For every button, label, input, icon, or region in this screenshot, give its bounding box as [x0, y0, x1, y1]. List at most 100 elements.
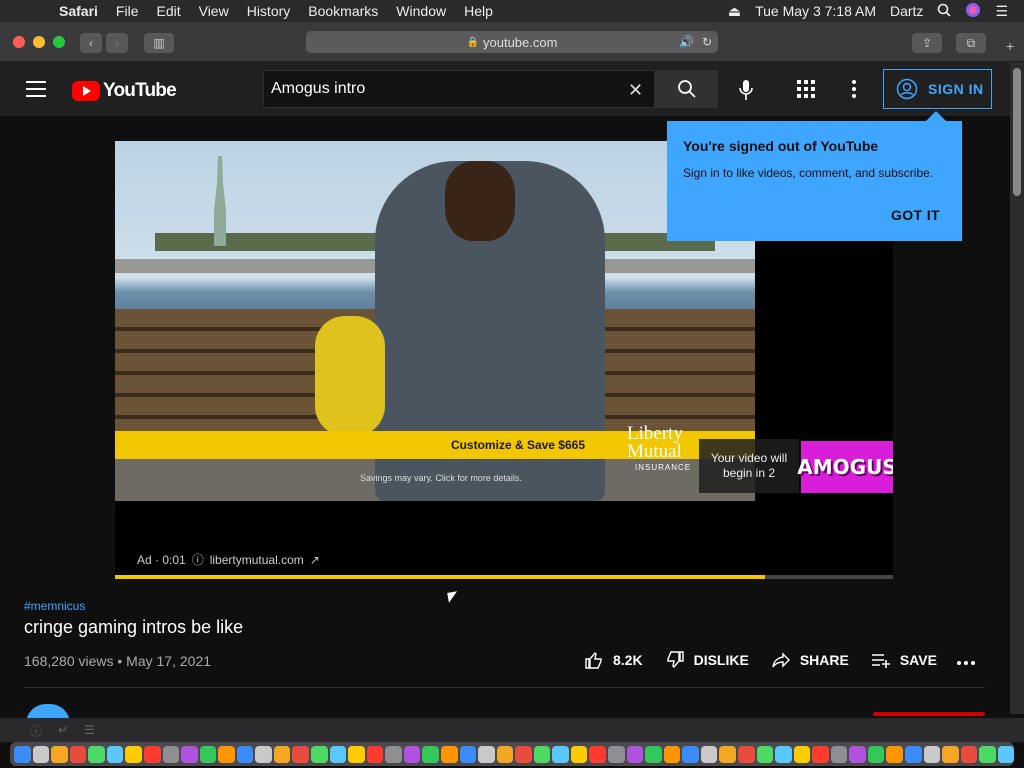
dock-app-icon[interactable] [32, 745, 50, 763]
dock-app-icon[interactable] [775, 745, 792, 763]
dock-app-icon[interactable] [218, 745, 235, 763]
dock-app-icon[interactable] [143, 745, 161, 763]
menu-view[interactable]: View [199, 3, 229, 19]
scrollbar-thumb[interactable] [1013, 68, 1021, 196]
dock-app-icon[interactable] [552, 745, 569, 763]
info-icon[interactable]: ⓘ [30, 722, 42, 739]
dock-app-icon[interactable] [366, 745, 384, 763]
reload-icon[interactable]: ↻ [702, 35, 712, 49]
spotlight-icon[interactable] [937, 3, 952, 20]
dock-app-icon[interactable] [942, 745, 959, 763]
dock-app-icon[interactable] [867, 745, 885, 763]
apps-grid-icon[interactable] [797, 80, 815, 98]
menu-icon[interactable] [26, 81, 46, 102]
ad-info-icon[interactable]: ⓘ [192, 551, 204, 568]
search-field[interactable] [263, 70, 655, 108]
dock-app-icon[interactable] [440, 745, 458, 763]
minimize-window-icon[interactable] [33, 36, 45, 48]
dock-app-icon[interactable] [162, 745, 180, 763]
dock-app-icon[interactable] [311, 745, 328, 763]
menu-edit[interactable]: Edit [156, 3, 180, 19]
dock-app-icon[interactable] [459, 745, 477, 763]
menubar-user[interactable]: Dartz [890, 3, 923, 19]
got-it-button[interactable]: GOT IT [891, 207, 940, 223]
back-button[interactable]: ‹ [80, 33, 102, 53]
dock-app-icon[interactable] [125, 745, 142, 763]
tab-overview-icon[interactable]: ⧉ [956, 33, 986, 53]
dock-app-icon[interactable] [181, 745, 198, 763]
dock-app-icon[interactable] [273, 745, 291, 763]
dock-app-icon[interactable] [255, 745, 272, 763]
dislike-button[interactable]: DISLIKE [665, 650, 749, 670]
dock-app-icon[interactable] [478, 745, 495, 763]
search-input[interactable] [264, 71, 654, 107]
dock-app-icon[interactable] [69, 745, 87, 763]
dock-app-icon[interactable] [106, 745, 124, 763]
dock-app-icon[interactable] [793, 745, 811, 763]
dock-app-icon[interactable] [570, 745, 588, 763]
youtube-logo[interactable]: YouTube [72, 80, 177, 102]
dock-app-icon[interactable] [403, 745, 421, 763]
dock-app-icon[interactable] [830, 745, 848, 763]
eject-icon[interactable]: ⏏ [728, 3, 741, 20]
video-hashtag[interactable]: #memnicus [24, 599, 85, 613]
menu-help[interactable]: Help [464, 3, 493, 19]
dock-app-icon[interactable] [663, 745, 681, 763]
menu-window[interactable]: Window [396, 3, 446, 19]
dock-app-icon[interactable] [496, 745, 514, 763]
more-actions-icon[interactable] [957, 661, 975, 665]
dock-app-icon[interactable] [682, 745, 699, 763]
dock-app-icon[interactable] [199, 745, 217, 763]
dock-app-icon[interactable] [645, 745, 662, 763]
share-icon[interactable]: ⇪ [912, 33, 942, 53]
settings-kebab-icon[interactable] [852, 80, 856, 98]
dock-app-icon[interactable] [14, 745, 31, 763]
dock-app-icon[interactable] [849, 745, 866, 763]
dock-app-icon[interactable] [700, 745, 718, 763]
dock-app-icon[interactable] [292, 745, 309, 763]
microphone-icon[interactable] [733, 78, 759, 102]
address-bar[interactable]: 🔒 youtube.com 🔊 ↻ [306, 31, 718, 53]
dock-app-icon[interactable] [719, 745, 736, 763]
dock-app-icon[interactable] [589, 745, 606, 763]
dock-app-icon[interactable] [329, 745, 347, 763]
dock-app-icon[interactable] [236, 745, 254, 763]
zoom-window-icon[interactable] [53, 36, 65, 48]
close-window-icon[interactable] [13, 36, 25, 48]
dock-app-icon[interactable] [515, 745, 532, 763]
dock-app-icon[interactable] [422, 745, 439, 763]
siri-icon[interactable] [965, 2, 981, 21]
audio-playing-icon[interactable]: 🔊 [679, 35, 694, 49]
clear-search-icon[interactable]: ✕ [628, 80, 643, 101]
ad-video-frame[interactable]: Customize & Save $665 Liberty Mutual INS… [115, 141, 755, 501]
menubar-clock[interactable]: Tue May 3 7:18 AM [755, 3, 876, 19]
dock-app-icon[interactable] [608, 745, 625, 763]
dock-app-icon[interactable] [385, 745, 402, 763]
sidebar-toggle-icon[interactable]: ▥ [144, 33, 174, 53]
dock-app-icon[interactable] [51, 745, 68, 763]
dock-app-icon[interactable] [960, 745, 978, 763]
external-link-icon[interactable]: ↗ [310, 553, 320, 567]
new-tab-icon[interactable]: + [1006, 38, 1014, 54]
dock-app-icon[interactable] [756, 745, 774, 763]
dock-app-icon[interactable] [886, 745, 903, 763]
like-button[interactable]: 8.2K [584, 650, 643, 670]
forward-button[interactable]: › [106, 33, 128, 53]
dock-app-icon[interactable] [348, 745, 365, 763]
dock-app-icon[interactable] [979, 745, 996, 763]
save-button[interactable]: SAVE [871, 650, 937, 670]
ad-progress-bar[interactable] [115, 575, 893, 579]
control-center-icon[interactable]: ☰ [995, 3, 1008, 20]
advertiser-link[interactable]: libertymutual.com [210, 553, 304, 567]
dock-app-icon[interactable] [905, 745, 922, 763]
dock-app-icon[interactable] [626, 745, 644, 763]
reader-icon[interactable]: ☰ [84, 723, 95, 737]
dock-app-icon[interactable] [737, 745, 755, 763]
menu-history[interactable]: History [247, 3, 291, 19]
dock-app-icon[interactable] [923, 745, 941, 763]
dock-app-icon[interactable] [533, 745, 551, 763]
sign-in-button[interactable]: SIGN IN [883, 69, 992, 109]
return-icon[interactable]: ↵ [58, 723, 68, 737]
dock-app-icon[interactable] [88, 745, 105, 763]
dock-app-icon[interactable] [812, 745, 829, 763]
